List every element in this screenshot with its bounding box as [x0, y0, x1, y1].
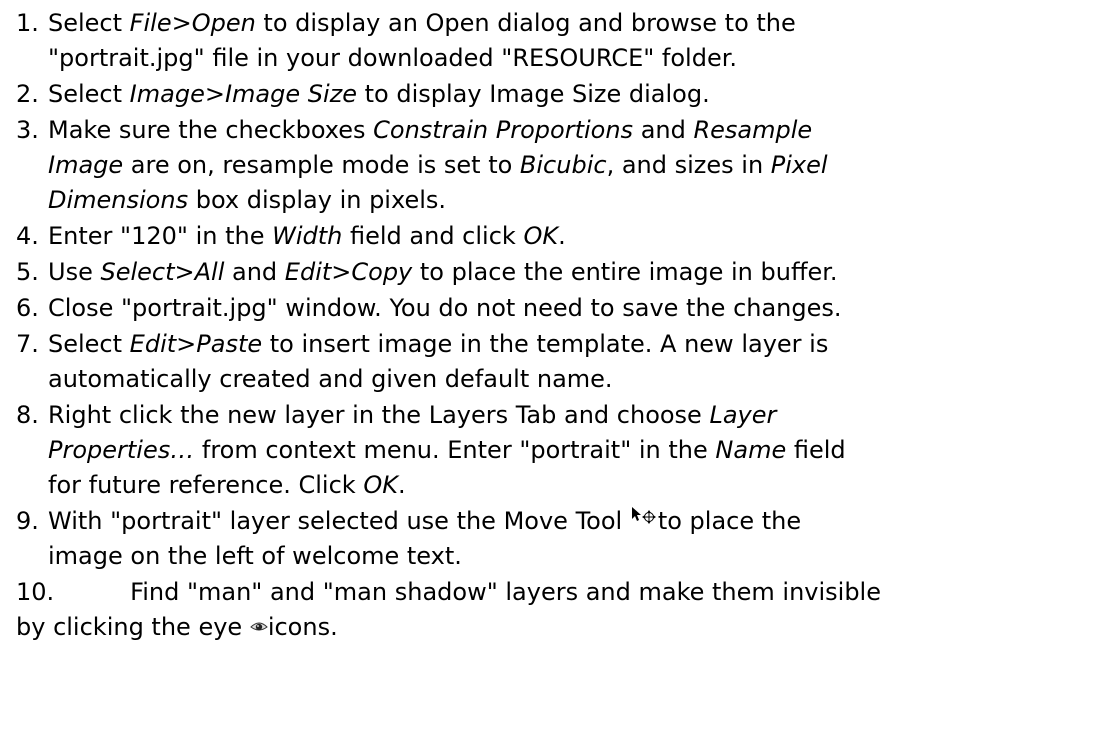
- step-text: Select: [48, 330, 130, 358]
- step-text: to place the entire image in buffer.: [412, 258, 838, 286]
- step-text: image on the left of welcome text.: [48, 542, 462, 570]
- step-emphasis: Resample: [693, 116, 813, 144]
- eye-icon: [250, 618, 268, 634]
- step-text: from context menu. Enter "portrait" in t…: [194, 436, 716, 464]
- step-text: and: [633, 116, 694, 144]
- step-text: Enter "120" in the: [48, 222, 273, 250]
- step-1: 1. Select File>Open to display an Open di…: [0, 6, 1112, 76]
- step-7: 7. Select Edit>Paste to insert image in t…: [0, 327, 1112, 397]
- step-emphasis: Edit>Copy: [284, 258, 413, 286]
- step-number: 8.: [16, 401, 39, 429]
- step-emphasis: Width: [272, 222, 343, 250]
- step-text: to display Image Size dialog.: [357, 80, 710, 108]
- instructions-page: 1. Select File>Open to display an Open di…: [0, 0, 1112, 753]
- step-text: .: [558, 222, 566, 250]
- step-emphasis: Properties…: [48, 436, 195, 464]
- step-emphasis: Image>Image Size: [129, 80, 358, 108]
- step-number: 4.: [16, 222, 39, 250]
- steps-list: 1. Select File>Open to display an Open di…: [0, 0, 1112, 645]
- step-emphasis: Dimensions: [48, 186, 189, 214]
- step-emphasis: Edit>Paste: [129, 330, 263, 358]
- step-2: 2. Select Image>Image Size to display Ima…: [0, 77, 1112, 112]
- step-6: 6. Close "portrait.jpg" window. You do no…: [0, 291, 1112, 326]
- step-text: "portrait.jpg" file in your downloaded "…: [48, 44, 738, 72]
- step-number: 5.: [16, 258, 39, 286]
- step-number: 2.: [16, 80, 39, 108]
- step-text: to insert image in the template. A new l…: [262, 330, 829, 358]
- step-emphasis: File>Open: [129, 9, 256, 37]
- step-5: 5. Use Select>All and Edit>Copy to place …: [0, 255, 1112, 290]
- step-4: 4. Enter "120" in the Width field and cli…: [0, 219, 1112, 254]
- step-text: Right click the new layer in the Layers …: [48, 401, 710, 429]
- step-text: by clicking the eye: [16, 613, 250, 641]
- step-text: to display an Open dialog and browse to …: [255, 9, 796, 37]
- move-tool-icon: [630, 505, 658, 527]
- step-text: box display in pixels.: [188, 186, 447, 214]
- step-text: field: [786, 436, 846, 464]
- step-emphasis: Select>All: [100, 258, 225, 286]
- step-number: 10.: [16, 578, 55, 606]
- step-number: 1.: [16, 9, 39, 37]
- step-number: 6.: [16, 294, 39, 322]
- step-text: field and click: [342, 222, 524, 250]
- step-emphasis: Name: [715, 436, 787, 464]
- step-text: With "portrait" layer selected use the M…: [48, 507, 630, 535]
- step-text: Select: [48, 9, 130, 37]
- step-text: Find "man" and "man shadow" layers and m…: [130, 578, 881, 606]
- step-emphasis: Constrain Proportions: [373, 116, 634, 144]
- step-number: 9.: [16, 507, 39, 535]
- step-number: 3.: [16, 116, 39, 144]
- step-text: are on, resample mode is set to: [123, 151, 520, 179]
- step-text: , and sizes in: [606, 151, 771, 179]
- step-3: 3. Make sure the checkboxes Constrain Pro…: [0, 113, 1112, 218]
- step-text: and: [224, 258, 285, 286]
- step-text: automatically created and given default …: [48, 365, 613, 393]
- step-emphasis: Image: [48, 151, 124, 179]
- step-text: Use: [48, 258, 101, 286]
- step-text: Close "portrait.jpg" window. You do not …: [48, 294, 842, 322]
- step-9: 9. With "portrait" layer selected use the…: [0, 504, 1112, 574]
- step-emphasis: OK: [523, 222, 559, 250]
- step-emphasis: Bicubic: [519, 151, 607, 179]
- step-text: for future reference. Click: [48, 471, 364, 499]
- step-10: 10. Find "man" and "man shadow" layers an…: [0, 575, 1112, 645]
- step-number: 7.: [16, 330, 39, 358]
- step-text: to place the: [657, 507, 802, 535]
- step-text: .: [397, 471, 406, 499]
- step-emphasis: Layer: [709, 401, 777, 429]
- step-text: Make sure the checkboxes: [48, 116, 374, 144]
- step-emphasis: OK: [363, 471, 398, 499]
- step-emphasis: Pixel: [770, 151, 828, 179]
- step-text: icons.: [267, 613, 338, 641]
- step-text: Select: [48, 80, 130, 108]
- step-8: 8. Right click the new layer in the Layer…: [0, 398, 1112, 503]
